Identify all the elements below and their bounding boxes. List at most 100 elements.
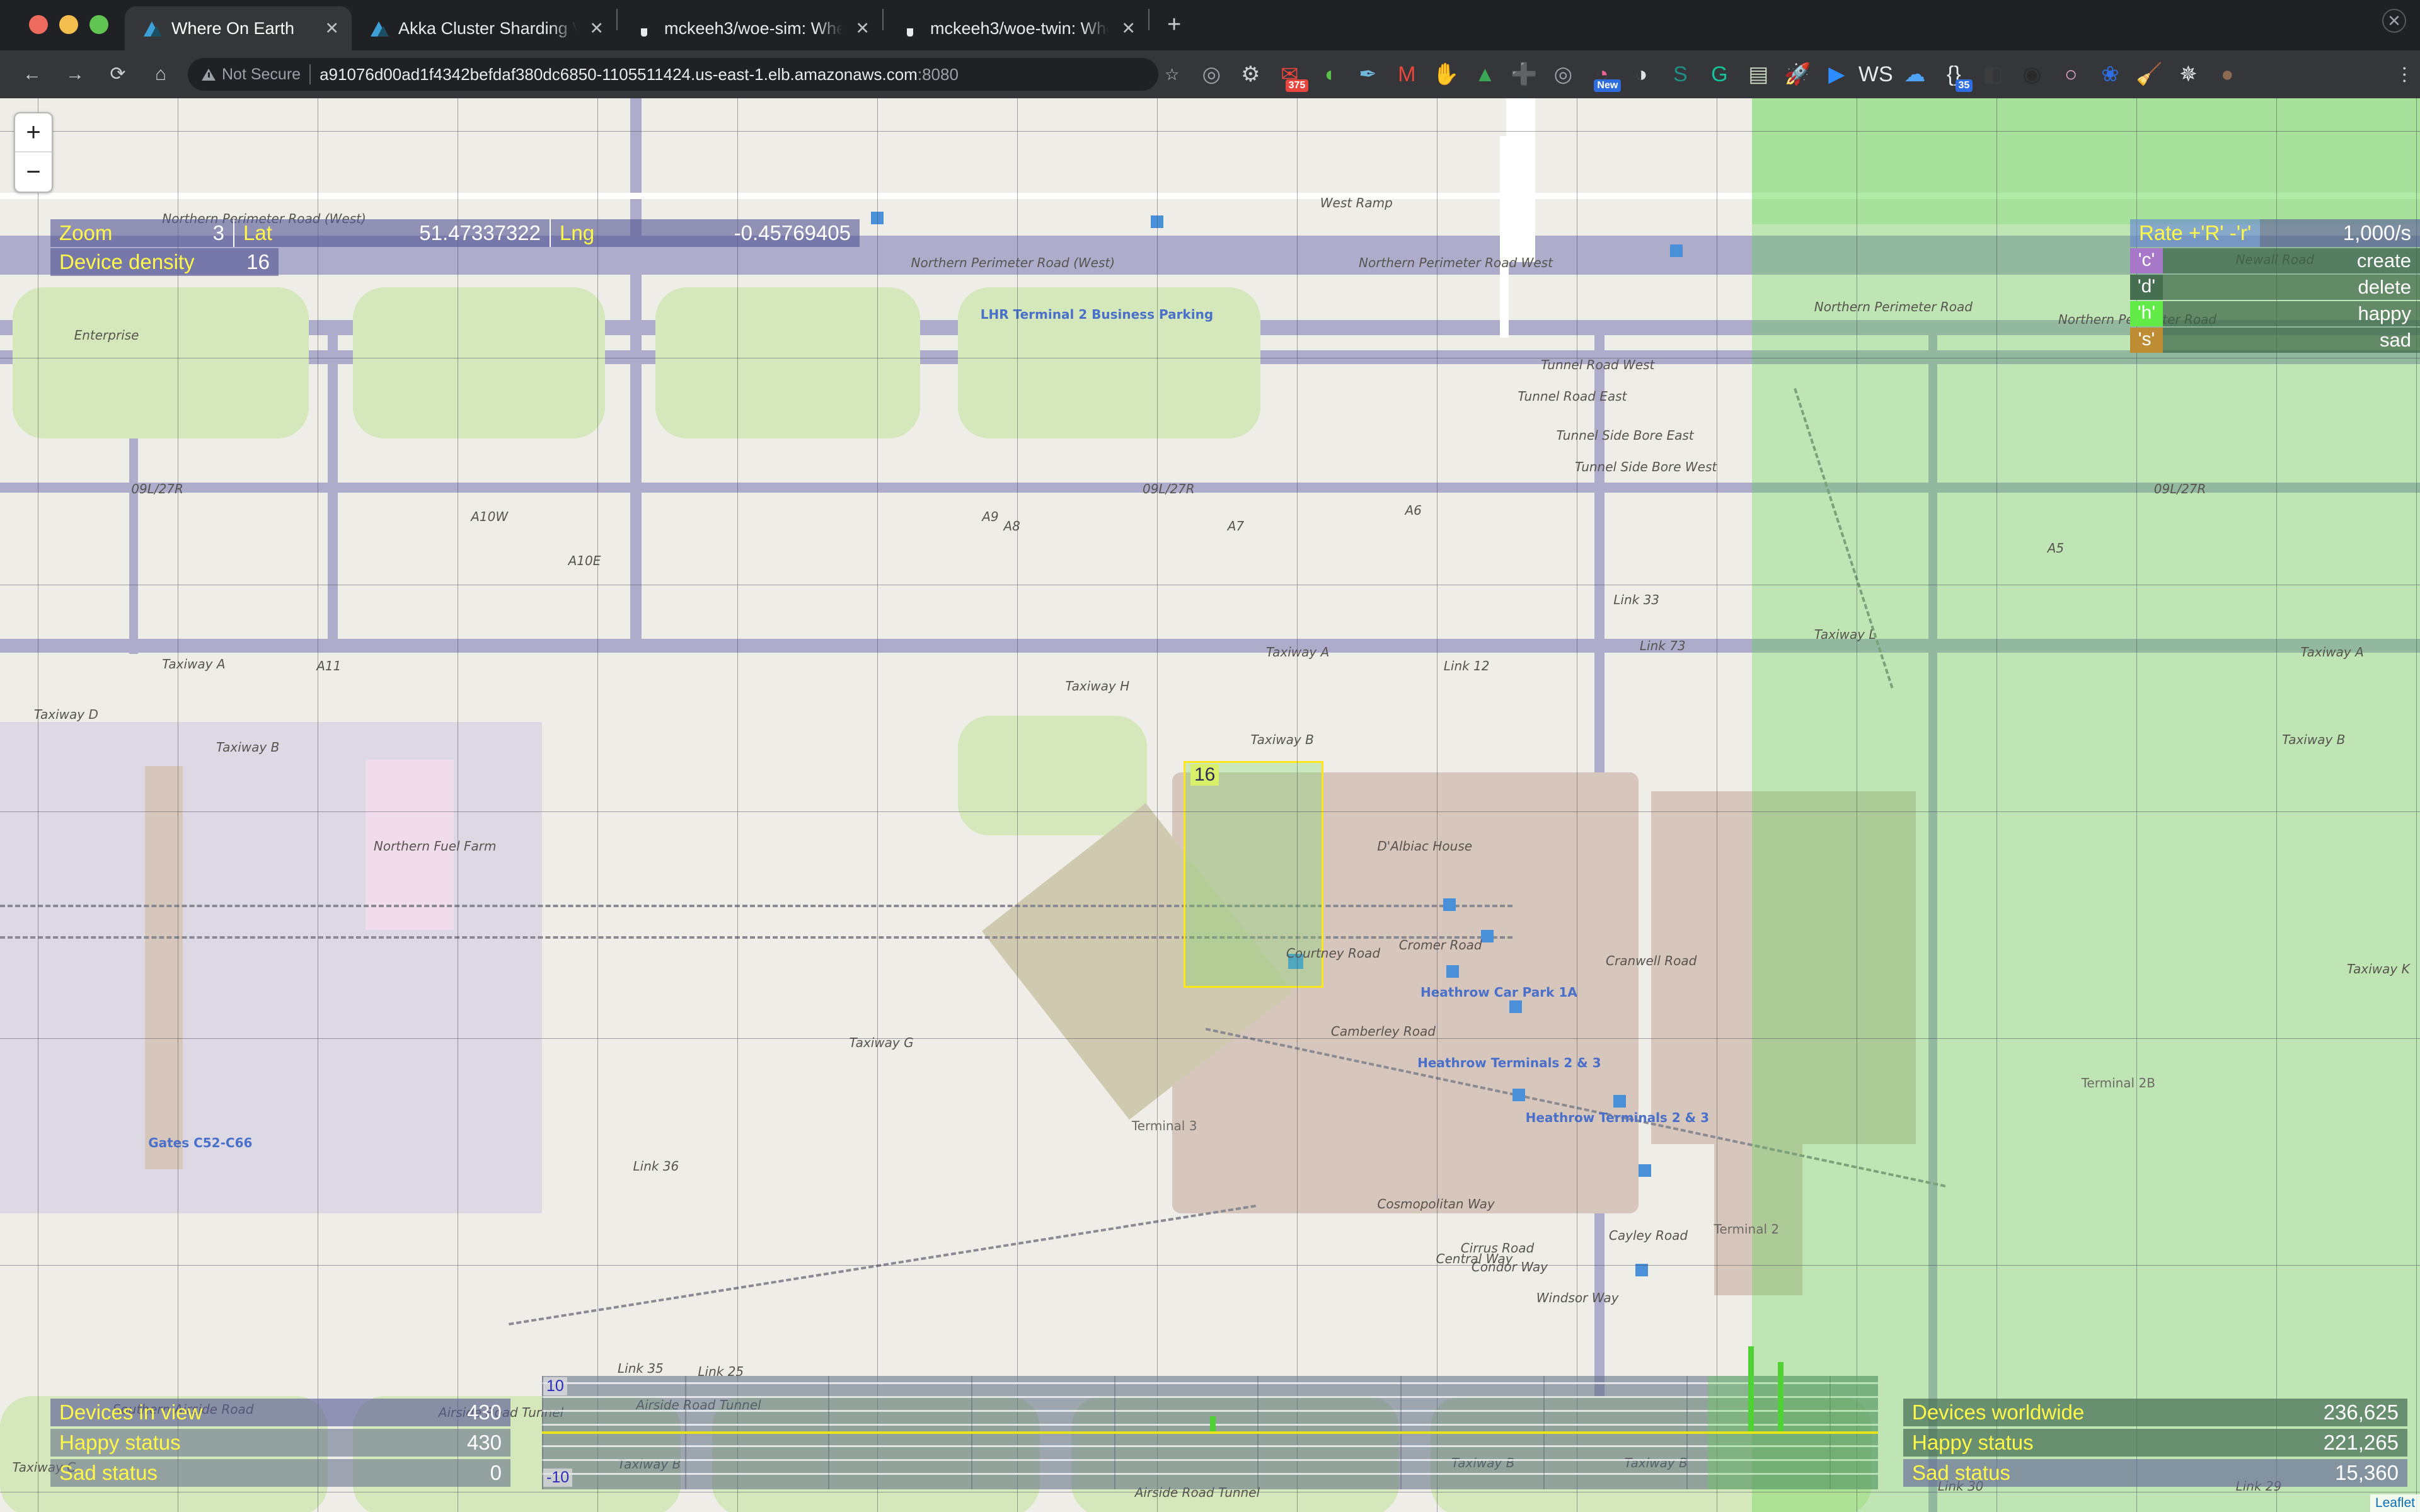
ext-pen[interactable]: ✒ <box>1352 59 1383 89</box>
address-bar[interactable]: Not Secure a91076d00ad1f4342befdaf380dc6… <box>188 58 1158 91</box>
ext-circles[interactable]: ○ <box>2056 59 2086 89</box>
devices-in-view-panel: Devices in view430Happy status430Sad sta… <box>50 1399 510 1489</box>
github-icon <box>634 18 655 39</box>
akka-icon <box>141 18 163 39</box>
zoom-in-button[interactable]: + <box>15 113 52 152</box>
ext-gear[interactable]: ⚙ <box>1235 59 1265 89</box>
device-marker[interactable] <box>1512 1089 1525 1101</box>
ext-zoom[interactable]: ▶ <box>1821 59 1852 89</box>
map-label: A11 <box>316 658 341 673</box>
ext-s-teal[interactable]: S <box>1665 59 1695 89</box>
ext-grammarly[interactable]: G <box>1704 59 1734 89</box>
reload-icon[interactable]: ⟳ <box>101 57 135 91</box>
leaflet-map[interactable]: 16 Northern Perimeter Road (West)Norther… <box>0 98 2420 1512</box>
ext-eye-dark[interactable]: ◉ <box>2017 59 2047 89</box>
ext-green-plus[interactable]: ➕ <box>1509 59 1539 89</box>
window-minimize-dot[interactable] <box>59 15 78 34</box>
home-icon[interactable]: ⌂ <box>144 57 178 91</box>
ext-mouse[interactable]: ◑ <box>1626 59 1656 89</box>
ext-cloud[interactable]: ☁ <box>1899 59 1930 89</box>
device-marker[interactable] <box>1151 215 1163 228</box>
window-maximize-dot[interactable] <box>89 15 108 34</box>
ext-puzzle[interactable]: ✵ <box>2173 59 2203 89</box>
close-icon[interactable]: ✕ <box>321 20 339 37</box>
extension-glyph: ◎ <box>1553 62 1572 87</box>
taxiway-vertical-h <box>630 98 642 653</box>
close-icon[interactable]: ✕ <box>1117 20 1136 37</box>
ext-chart[interactable]: ▤ <box>1743 59 1773 89</box>
map-viewport[interactable]: 16 Northern Perimeter Road (West)Norther… <box>0 98 2420 1512</box>
ext-avatar[interactable]: ● <box>2212 59 2242 89</box>
window-close-button[interactable]: ✕ <box>2382 9 2406 33</box>
map-label: Tunnel Road East <box>1518 389 1627 404</box>
device-marker[interactable] <box>1509 1000 1522 1013</box>
device-marker[interactable] <box>1639 1164 1651 1177</box>
close-icon[interactable]: ✕ <box>851 20 870 37</box>
close-icon[interactable]: ✕ <box>585 20 604 37</box>
chart-bar <box>1210 1416 1216 1431</box>
ext-google-drive[interactable]: ▲ <box>1470 59 1500 89</box>
new-tab-button[interactable]: + <box>1150 13 1199 50</box>
cell-density-label: 16 <box>1190 764 1219 786</box>
extension-glyph: ● <box>2221 62 2234 87</box>
ext-grey-ring-1[interactable]: ◎ <box>1196 59 1226 89</box>
lat-label: Lat <box>234 219 281 247</box>
chart-bar <box>1748 1346 1754 1431</box>
map-label: D'Albiac House <box>1377 839 1472 854</box>
extension-glyph: S <box>1673 62 1688 87</box>
ext-ws-client[interactable]: WS <box>1860 59 1891 89</box>
stat-label: Sad status <box>1903 1459 2019 1487</box>
forward-icon[interactable]: → <box>58 57 92 91</box>
device-marker[interactable] <box>1481 930 1494 942</box>
ext-json[interactable]: {}35 <box>1939 59 1969 89</box>
device-marker[interactable] <box>871 212 884 224</box>
tab-woe-twin[interactable]: mckeeh3/woe-twin: Where On ✕ <box>884 6 1148 50</box>
tab-akka-cluster-sharding-viewer[interactable]: Akka Cluster Sharding Viewer ✕ <box>352 6 616 50</box>
device-marker[interactable] <box>1613 1095 1626 1108</box>
device-marker[interactable] <box>1670 244 1683 257</box>
ext-broom[interactable]: 🧹 <box>2134 59 2164 89</box>
map-label: West Ramp <box>1320 195 1393 210</box>
map-label: Taxiway A <box>1266 644 1329 660</box>
window-close-dot[interactable] <box>29 15 48 34</box>
pier-building <box>145 766 183 1169</box>
tab-where-on-earth[interactable]: Where On Earth ✕ <box>125 6 352 50</box>
ext-evernote[interactable]: ◖ <box>1313 59 1344 89</box>
map-label: A9 <box>982 509 998 524</box>
map-label: Terminal 3 <box>1132 1118 1197 1133</box>
extension-glyph: ▶ <box>1828 62 1845 87</box>
back-icon[interactable]: ← <box>15 57 49 91</box>
map-label: Northern Perimeter Road (West) <box>911 255 1115 270</box>
not-secure-indicator[interactable]: Not Secure <box>202 66 301 84</box>
url-host: a91076d00ad1f4342befdaf380dc6850-1105511… <box>320 65 918 84</box>
ext-rainbow-lock[interactable]: ◔New <box>1587 59 1617 89</box>
extension-badge: New <box>1594 79 1621 92</box>
ext-grey-ring-2[interactable]: ◎ <box>1548 59 1578 89</box>
map-label: Gates C52-C66 <box>148 1135 252 1150</box>
warning-triangle-icon <box>202 69 216 81</box>
ext-snowflake[interactable]: ❀ <box>2095 59 2125 89</box>
map-zoom-control[interactable]: + − <box>14 112 53 193</box>
stat-row: Sad status0 <box>50 1459 510 1487</box>
ext-gmail[interactable]: M <box>1392 59 1422 89</box>
ext-mail-red[interactable]: ✉375 <box>1274 59 1305 89</box>
coordinates-row: Zoom 3 Lat 51.47337322 Lng -0.45769405 <box>50 219 860 247</box>
device-marker[interactable] <box>1446 965 1459 978</box>
device-density-row: Device density 16 <box>50 248 279 276</box>
ext-docs-dark[interactable]: ◧ <box>1978 59 2008 89</box>
device-marker[interactable] <box>1443 898 1456 911</box>
device-region-overlay-right-top[interactable] <box>1752 98 2420 224</box>
apron-west <box>0 722 542 1213</box>
zoom-out-button[interactable]: − <box>15 152 52 192</box>
device-marker[interactable] <box>1635 1264 1648 1276</box>
omnibox-toolbar: ← → ⟳ ⌂ Not Secure a91076d00ad1f4342befd… <box>0 50 2420 98</box>
ext-rocket[interactable]: 🚀 <box>1782 59 1812 89</box>
chrome-menu-icon[interactable]: ●●● <box>2394 65 2420 84</box>
tab-woe-sim[interactable]: mckeeh3/woe-sim: Where On E ✕ <box>618 6 882 50</box>
leaflet-attribution[interactable]: Leaflet <box>2370 1494 2420 1512</box>
map-label: Cromer Road <box>1399 937 1482 953</box>
key-legend-row: 'c'create <box>2130 248 2420 273</box>
map-label: LHR Terminal 2 Business Parking <box>981 307 1213 322</box>
bookmark-star-icon[interactable]: ☆ <box>1158 65 1185 84</box>
ext-adblock-hand[interactable]: ✋ <box>1431 59 1461 89</box>
